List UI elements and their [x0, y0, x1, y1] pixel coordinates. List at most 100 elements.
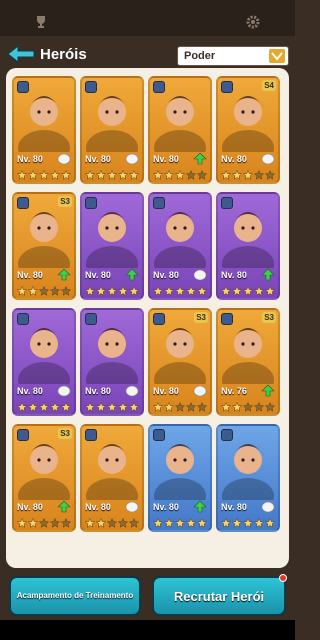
- shield-icon: [85, 81, 97, 93]
- star-icon: [61, 286, 71, 296]
- star-icon: [164, 170, 174, 180]
- star-icon: [85, 402, 95, 412]
- star-icon: [50, 402, 60, 412]
- hero-card[interactable]: S4 Nv. 80: [216, 76, 280, 184]
- axe-icon: [17, 197, 29, 209]
- back-arrow-icon[interactable]: [6, 44, 36, 64]
- star-icon: [28, 402, 38, 412]
- axe-icon: [153, 197, 165, 209]
- star-icon: [153, 518, 163, 528]
- page-title: Heróis: [40, 46, 87, 63]
- hero-card[interactable]: S3 Nv. 80: [148, 308, 212, 416]
- hero-card[interactable]: Nv. 80: [80, 424, 144, 532]
- star-tier-badge: S3: [262, 312, 276, 323]
- star-icon: [243, 518, 253, 528]
- notification-dot: [279, 574, 287, 582]
- star-icon: [118, 170, 128, 180]
- star-icon: [243, 402, 253, 412]
- star-icon: [153, 402, 163, 412]
- star-icon: [17, 402, 27, 412]
- star-icon: [175, 518, 185, 528]
- hero-stars: [221, 286, 278, 296]
- star-icon: [232, 402, 242, 412]
- star-icon: [232, 170, 242, 180]
- star-icon: [107, 170, 117, 180]
- hero-card[interactable]: Nv. 80: [216, 192, 280, 300]
- hero-level: Nv. 80: [17, 154, 43, 164]
- star-icon: [85, 170, 95, 180]
- star-icon: [107, 402, 117, 412]
- star-icon: [28, 286, 38, 296]
- star-icon: [61, 170, 71, 180]
- star-icon: [164, 518, 174, 528]
- header-bar: Heróis Poder: [0, 36, 295, 70]
- hero-stars: [153, 518, 210, 528]
- star-icon: [50, 286, 60, 296]
- star-icon: [39, 170, 49, 180]
- star-icon: [265, 170, 275, 180]
- gear-token-icon: [261, 501, 275, 513]
- hero-stars: [153, 286, 210, 296]
- hero-card[interactable]: Nv. 80: [148, 424, 212, 532]
- hero-stars: [221, 518, 278, 528]
- hero-level: Nv. 80: [17, 502, 43, 512]
- hero-card[interactable]: S3 Nv. 80: [12, 192, 76, 300]
- star-icon: [28, 518, 38, 528]
- hero-stars: [85, 286, 142, 296]
- star-icon: [175, 402, 185, 412]
- star-icon: [186, 286, 196, 296]
- hero-card[interactable]: Nv. 80: [148, 76, 212, 184]
- star-icon: [153, 286, 163, 296]
- hero-stars: [85, 170, 142, 180]
- hero-level: Nv. 80: [153, 270, 179, 280]
- star-icon: [129, 170, 139, 180]
- gear-token-icon: [125, 385, 139, 397]
- hero-grid: Nv. 80 Nv. 80 Nv. 80 S4 Nv. 80 S3 Nv. 80 Nv. 80…: [12, 76, 280, 532]
- star-icon: [118, 518, 128, 528]
- axe-icon: [221, 81, 233, 93]
- hero-card[interactable]: S3 Nv. 76: [216, 308, 280, 416]
- hero-card[interactable]: Nv. 80: [80, 308, 144, 416]
- hero-card[interactable]: Nv. 80: [80, 192, 144, 300]
- star-tier-badge: S3: [194, 312, 208, 323]
- star-icon: [197, 518, 207, 528]
- hero-stars: [85, 402, 142, 412]
- star-icon: [96, 170, 106, 180]
- star-icon: [197, 286, 207, 296]
- training-camp-button[interactable]: Acampamento de Treinamento: [9, 576, 141, 616]
- hero-grid-panel: Nv. 80 Nv. 80 Nv. 80 S4 Nv. 80 S3 Nv. 80 Nv. 80…: [6, 68, 289, 568]
- gear-icon[interactable]: [245, 14, 261, 30]
- system-nav-bar: [0, 620, 295, 640]
- hero-stars: [17, 286, 74, 296]
- axe-icon: [153, 429, 165, 441]
- hero-stars: [153, 402, 210, 412]
- recruit-hero-button[interactable]: Recrutar Herói: [152, 574, 287, 616]
- star-icon: [61, 402, 71, 412]
- star-icon: [61, 518, 71, 528]
- sort-dropdown[interactable]: Poder: [177, 46, 289, 66]
- star-icon: [129, 518, 139, 528]
- hero-card[interactable]: S3 Nv. 80: [12, 424, 76, 532]
- shield-icon: [85, 313, 97, 325]
- hero-card[interactable]: Nv. 80: [12, 76, 76, 184]
- upgrade-arrow-icon: [193, 152, 207, 165]
- shield-icon: [221, 429, 233, 441]
- trophy-icon[interactable]: [33, 14, 49, 30]
- hero-card[interactable]: Nv. 80: [216, 424, 280, 532]
- hero-level: Nv. 80: [85, 386, 111, 396]
- hero-card[interactable]: Nv. 80: [148, 192, 212, 300]
- star-icon: [265, 402, 275, 412]
- star-icon: [17, 170, 27, 180]
- star-icon: [175, 170, 185, 180]
- hero-card[interactable]: Nv. 80: [12, 308, 76, 416]
- star-icon: [96, 402, 106, 412]
- star-icon: [39, 402, 49, 412]
- hero-stars: [153, 170, 210, 180]
- axe-icon: [17, 313, 29, 325]
- star-icon: [221, 286, 231, 296]
- hero-card[interactable]: Nv. 80: [80, 76, 144, 184]
- star-icon: [39, 286, 49, 296]
- hero-level: Nv. 80: [153, 386, 179, 396]
- upgrade-arrow-icon: [261, 384, 275, 397]
- hero-stars: [17, 402, 74, 412]
